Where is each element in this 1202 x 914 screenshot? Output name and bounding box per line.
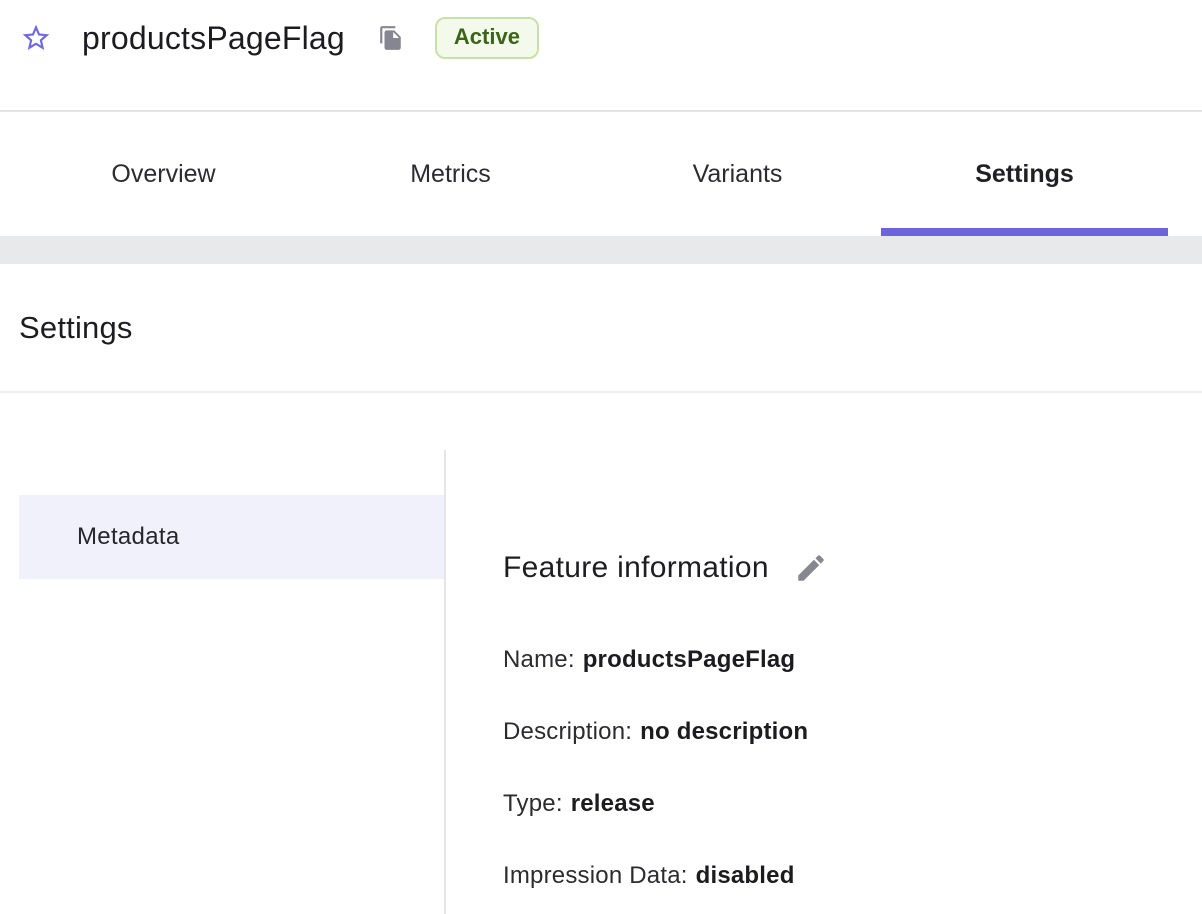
tab-variants[interactable]: Variants (594, 112, 881, 236)
settings-content-row: Metadata Feature information Name: produc… (0, 450, 1202, 914)
page-background-band (0, 236, 1202, 264)
field-type-label: Type: (503, 790, 563, 817)
settings-heading: Settings (19, 310, 133, 346)
field-impression-data-label: Impression Data: (503, 862, 688, 889)
flag-tab-bar: Overview Metrics Variants Settings (0, 112, 1202, 236)
settings-sidebar: Metadata (0, 450, 446, 914)
favorite-star-button[interactable] (20, 22, 52, 54)
tab-settings[interactable]: Settings (881, 112, 1168, 236)
tab-settings-label: Settings (975, 160, 1074, 189)
flag-header-row: productsPageFlag Active (0, 0, 1202, 66)
field-impression-data: Impression Data: disabled (503, 862, 1202, 890)
feature-fields: Name: productsPageFlag Description: no des… (503, 646, 1202, 890)
tab-metrics-label: Metrics (410, 160, 491, 189)
feature-information-title: Feature information (503, 551, 769, 585)
page-title: productsPageFlag (82, 20, 345, 57)
feature-information-panel: Feature information Name: productsPageFla… (446, 450, 1202, 914)
active-tab-indicator (881, 228, 1168, 236)
field-type-value: release (571, 790, 655, 817)
field-description-label: Description: (503, 718, 632, 745)
copy-name-button[interactable] (377, 24, 405, 52)
feature-information-heading-row: Feature information (503, 550, 1202, 586)
tab-metrics[interactable]: Metrics (307, 112, 594, 236)
tab-overview[interactable]: Overview (20, 112, 307, 236)
field-description: Description: no description (503, 718, 1202, 746)
tab-overview-label: Overview (111, 160, 215, 189)
flag-header: productsPageFlag Active (0, 0, 1202, 112)
field-impression-data-value: disabled (696, 862, 795, 889)
settings-section-header: Settings (0, 264, 1202, 393)
pencil-edit-icon (794, 551, 828, 585)
settings-content: Metadata Feature information Name: produc… (0, 393, 1202, 914)
field-name-value: productsPageFlag (583, 646, 796, 673)
field-type: Type: release (503, 790, 1202, 818)
field-name: Name: productsPageFlag (503, 646, 1202, 674)
sidebar-item-label: Metadata (77, 523, 179, 551)
sidebar-item-metadata[interactable]: Metadata (19, 495, 444, 579)
edit-feature-button[interactable] (793, 550, 829, 586)
field-description-value: no description (640, 718, 808, 745)
copy-icon (378, 25, 404, 51)
star-outline-icon (20, 22, 52, 54)
status-badge: Active (435, 17, 539, 58)
tab-variants-label: Variants (693, 160, 783, 189)
field-name-label: Name: (503, 646, 575, 673)
